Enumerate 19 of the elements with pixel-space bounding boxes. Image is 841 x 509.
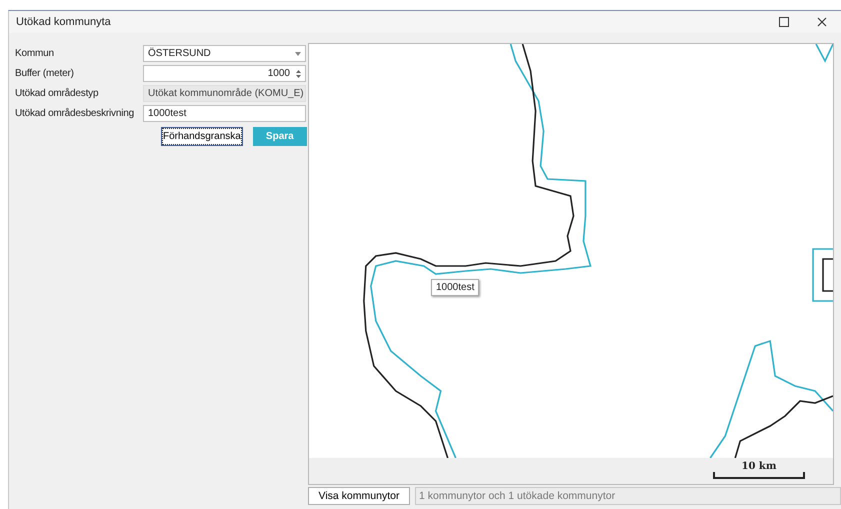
dropdown[interactable]: ÖSTERSUND xyxy=(143,45,306,62)
field-label: Kommun xyxy=(15,48,55,59)
scale-label: 10 km xyxy=(742,461,776,472)
close-icon xyxy=(817,17,827,27)
map-label: 1000test xyxy=(431,279,480,296)
window-title: Utökad kommunyta xyxy=(16,16,112,28)
field-label: Buffer (meter) xyxy=(15,68,75,79)
show-areas-button[interactable]: Visa kommunytor xyxy=(308,487,410,505)
preview-button[interactable]: Förhandsgranska xyxy=(161,127,243,146)
dropdown-arrow-icon xyxy=(295,52,301,56)
field-label: Utökad områdesbeskrivning xyxy=(15,108,135,119)
maximize-icon xyxy=(779,17,789,27)
spinner-arrows-icon[interactable] xyxy=(296,68,301,78)
input-field[interactable]: 1000test xyxy=(143,105,306,122)
boundary-line xyxy=(815,44,833,63)
number-field[interactable]: 1000 xyxy=(143,65,306,82)
status-text: 1 kommunytor och 1 utökade kommunytor xyxy=(415,487,841,505)
input-field: Utökat kommunområde (KOMU_E) xyxy=(143,85,306,102)
field-label: Utökad områdestyp xyxy=(15,88,100,99)
